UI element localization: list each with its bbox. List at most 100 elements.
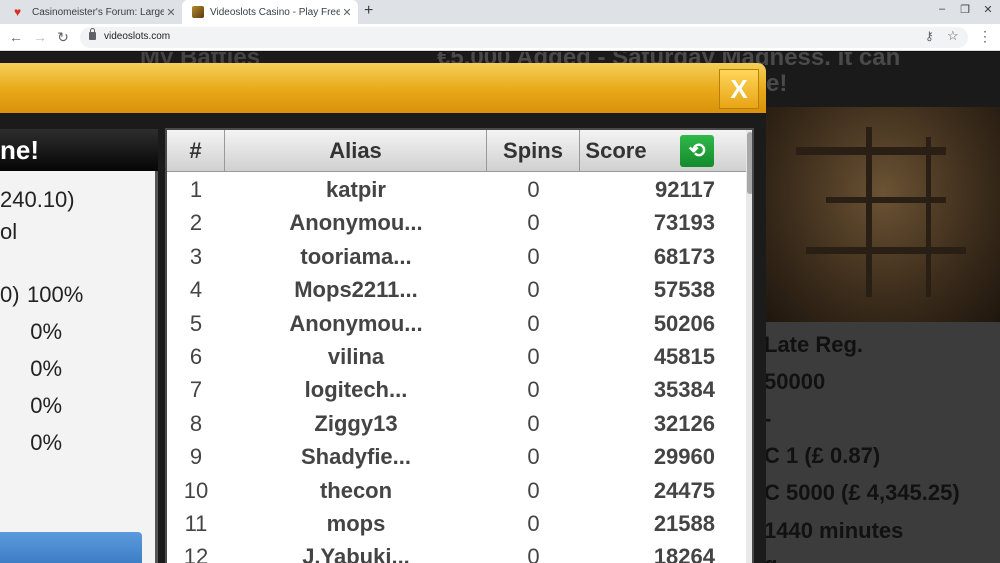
close-tab-icon[interactable]: ✕	[340, 6, 354, 19]
scrollbar[interactable]	[746, 130, 752, 563]
alias-cell: Anonymou...	[289, 210, 423, 236]
key-icon[interactable]: ⚷	[925, 29, 934, 43]
refresh-icon[interactable]: ⟲	[680, 135, 714, 167]
rank-cell: 11	[184, 511, 208, 536]
score-cell: 45815	[653, 344, 715, 369]
rank-cell: 6	[189, 344, 203, 369]
background-right-title-cont: e!	[766, 70, 788, 97]
info-line: Late Reg.	[764, 332, 864, 357]
rank-cell: 10	[183, 477, 209, 503]
heart-icon: ♥	[14, 5, 22, 19]
info-line: g	[764, 552, 777, 563]
rank-cell: 4	[189, 277, 203, 303]
summary-text: ol	[0, 219, 18, 244]
tab-casinomeister[interactable]: ♥ Casinomeister's Forum: Largest ✕	[4, 0, 182, 24]
table-row: 9 Shadyfie... 0 29960	[167, 440, 747, 473]
score-cell: 50206	[653, 310, 715, 336]
battle-summary-panel: ne! 240.10) ol 0) 100% 0% 0% 0% 0%	[0, 129, 158, 563]
modal-header: X	[0, 63, 766, 113]
reload-icon[interactable]: ↻	[55, 29, 71, 46]
back-arrow-icon[interactable]: ←	[8, 29, 24, 45]
table-row: 4 Mops2211... 0 57538	[167, 273, 747, 306]
alias-header: Alias	[225, 130, 487, 172]
table-header: # Alias Spins Score ⟲	[167, 130, 747, 172]
spins-cell: 0	[527, 444, 540, 470]
rank-header: #	[167, 130, 225, 172]
rank-cell: 2	[189, 210, 203, 236]
tournament-banner-image	[766, 107, 1000, 322]
rank-cell: 3	[189, 243, 203, 269]
table-row: 2 Anonymou... 0 73193	[167, 206, 747, 239]
rank-cell: 5	[189, 310, 203, 336]
table-row: 6 vilina 0 45815	[167, 340, 747, 373]
score-header: Score	[585, 138, 647, 163]
pct-value: 0%	[30, 319, 62, 344]
rank-cell: 12	[183, 544, 209, 563]
score-cell: 18264	[653, 544, 715, 563]
restore-button[interactable]: ❐	[957, 3, 973, 16]
url-text: videoslots.com	[104, 31, 171, 42]
videoslots-favicon-icon	[192, 6, 204, 18]
table-row: 11 mops 0 21588	[167, 507, 747, 540]
minimize-button[interactable]: –	[934, 3, 950, 15]
spins-cell: 0	[527, 511, 540, 536]
pct-value: 0%	[30, 430, 62, 455]
close-modal-button[interactable]: X	[719, 69, 759, 109]
alias-cell: mops	[326, 511, 386, 536]
table-row: 7 logitech... 0 35384	[167, 373, 747, 406]
action-button[interactable]	[0, 532, 142, 563]
alias-cell: katpir	[326, 177, 386, 202]
table-row: 1 katpir 0 92117	[167, 173, 747, 206]
table-row: 5 Anonymou... 0 50206	[167, 307, 747, 340]
pct-prefix: 0)	[0, 282, 20, 307]
alias-cell: vilina	[327, 344, 385, 369]
alias-cell: Mops2211...	[294, 277, 418, 303]
spins-cell: 0	[527, 277, 540, 303]
rank-cell: 7	[189, 377, 203, 403]
close-tab-icon[interactable]: ✕	[164, 6, 178, 19]
spins-cell: 0	[527, 310, 540, 336]
alias-cell: J.Yabuki...	[302, 544, 410, 563]
spins-cell: 0	[527, 544, 540, 563]
table-row: 12 J.Yabuki... 0 18264	[167, 540, 747, 563]
score-cell: 68173	[653, 243, 715, 269]
spins-cell: 0	[527, 210, 540, 236]
score-cell: 57538	[653, 277, 715, 303]
score-cell: 21588	[653, 511, 715, 536]
spins-cell: 0	[527, 410, 540, 436]
panel-title: ne!	[0, 129, 158, 171]
forward-arrow-icon[interactable]: →	[32, 29, 48, 45]
info-line: C 1 (£ 0.87)	[764, 443, 881, 468]
score-cell: 35384	[653, 377, 715, 403]
address-bar[interactable]: videoslots.com ⚷ ☆	[80, 27, 968, 48]
scrollbar-thumb[interactable]	[747, 132, 752, 194]
table-row: 3 tooriama... 0 68173	[167, 240, 747, 273]
new-tab-button[interactable]: +	[364, 2, 373, 20]
rank-cell: 9	[189, 444, 203, 470]
score-cell: 32126	[653, 410, 715, 436]
alias-cell: Anonymou...	[289, 310, 423, 336]
tab-title: Videoslots Casino - Play Free Vi	[210, 6, 340, 18]
star-icon[interactable]: ☆	[947, 28, 959, 44]
spins-cell: 0	[527, 344, 540, 369]
tab-videoslots[interactable]: Videoslots Casino - Play Free Vi ✕	[182, 0, 358, 24]
alias-cell: Ziggy13	[314, 410, 398, 436]
battle-modal: X ne! 240.10) ol 0) 100% 0% 0% 0% 0% # A…	[0, 63, 766, 563]
more-menu-icon[interactable]: ⋮	[978, 28, 992, 45]
alias-cell: tooriama...	[300, 243, 412, 269]
pct-value: 0%	[30, 393, 62, 418]
leaderboard-table: # Alias Spins Score ⟲ 1 katpir 0 92117 2 Anon…	[165, 128, 754, 563]
score-cell: 92117	[655, 177, 715, 202]
browser-tab-bar: ♥ Casinomeister's Forum: Largest ✕ Video…	[0, 0, 1000, 24]
pct-value: 100%	[27, 282, 84, 307]
prize-text: 240.10)	[0, 187, 75, 212]
info-line: 1440 minutes	[764, 518, 904, 543]
close-window-button[interactable]: ✕	[980, 3, 996, 16]
score-cell: 24475	[653, 477, 715, 503]
spins-cell: 0	[527, 243, 540, 269]
alias-cell: Shadyfie...	[300, 444, 412, 470]
info-line: 50000	[764, 369, 826, 394]
lock-icon	[89, 28, 96, 40]
spins-header: Spins	[487, 130, 580, 172]
spins-cell: 0	[527, 477, 540, 503]
